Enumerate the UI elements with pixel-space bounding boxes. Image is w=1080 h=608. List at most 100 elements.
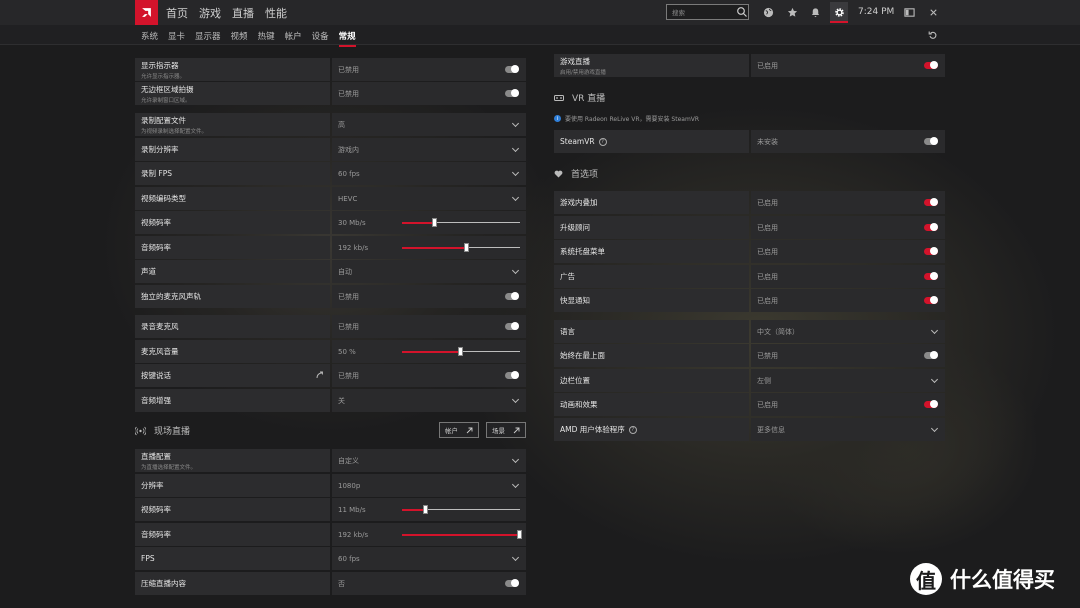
toggle-switch[interactable] <box>924 351 938 359</box>
tab-display[interactable]: 显示器 <box>195 30 221 42</box>
top-bar: 首页 游戏 直播 性能 搜索 7:24 PM <box>0 0 1080 25</box>
globe-icon[interactable] <box>761 5 775 19</box>
watermark-logo: 值 <box>910 563 942 595</box>
setting-row-push-to-talk: 按键说话 已禁用 <box>135 364 526 387</box>
chevron-down-icon[interactable] <box>511 480 520 489</box>
setting-value: 192 kb/s <box>338 243 369 252</box>
setting-value: 已禁用 <box>338 65 359 74</box>
setting-title: 分辨率 <box>141 481 164 490</box>
nav-performance[interactable]: 性能 <box>265 5 287 21</box>
chevron-down-icon[interactable] <box>511 553 520 562</box>
setting-row-stream-resolution[interactable]: 分辨率 1080p <box>135 474 526 497</box>
nav-games[interactable]: 游戏 <box>199 5 221 21</box>
chevron-down-icon[interactable] <box>511 144 520 153</box>
gear-icon[interactable] <box>832 5 846 19</box>
toggle-switch[interactable] <box>505 292 519 300</box>
toggle-switch[interactable] <box>505 65 519 73</box>
setting-title: 快显通知 <box>560 296 590 305</box>
close-icon[interactable] <box>926 5 940 19</box>
setting-value: 否 <box>338 579 345 588</box>
tab-graphics[interactable]: 显卡 <box>168 30 185 42</box>
setting-row-audio-boost[interactable]: 音频增强 关 <box>135 389 526 412</box>
chevron-down-icon[interactable] <box>511 168 520 177</box>
clock: 7:24 PM <box>858 7 895 17</box>
button-label: 帐户 <box>445 427 458 435</box>
setting-row-animations: 动画和效果 已启用 <box>554 393 945 416</box>
setting-row-sidebar-position[interactable]: 边栏位置 左侧 <box>554 369 945 392</box>
reset-icon[interactable] <box>928 30 938 42</box>
chevron-down-icon[interactable] <box>511 119 520 128</box>
tab-video[interactable]: 视频 <box>231 30 248 42</box>
setting-row-user-experience-program[interactable]: AMD 用户体验程序? 更多信息 <box>554 418 945 441</box>
setting-title: 声道 <box>141 267 156 276</box>
chevron-down-icon[interactable] <box>511 193 520 202</box>
search-input[interactable]: 搜索 <box>666 4 749 20</box>
chevron-down-icon[interactable] <box>930 424 939 433</box>
broadcast-icon <box>135 426 146 435</box>
toggle-switch[interactable] <box>924 247 938 255</box>
setting-row-video-codec[interactable]: 视频编码类型 HEVC <box>135 187 526 210</box>
tab-system[interactable]: 系统 <box>141 30 158 42</box>
setting-row-recording-profile[interactable]: 录制配置文件 为视频录制选择配置文件。 高 <box>135 113 526 136</box>
toggle-switch[interactable] <box>924 400 938 408</box>
setting-row-stream-profile[interactable]: 直播配置 为直播选择配置文件。 自定义 <box>135 449 526 472</box>
star-icon[interactable] <box>785 5 799 19</box>
setting-value: 已禁用 <box>338 89 359 98</box>
setting-title: 始终在最上面 <box>560 351 605 360</box>
setting-row-recording-fps[interactable]: 录制 FPS 60 fps <box>135 162 526 185</box>
external-link-icon <box>466 427 473 433</box>
setting-value: 60 fps <box>338 169 360 178</box>
toggle-switch[interactable] <box>924 198 938 206</box>
setting-row-language[interactable]: 语言 中文（简体） <box>554 320 945 343</box>
toggle-switch[interactable] <box>924 137 938 145</box>
chevron-down-icon[interactable] <box>511 455 520 464</box>
toggle-switch[interactable] <box>505 371 519 379</box>
account-button[interactable]: 帐户 <box>439 422 479 438</box>
chevron-down-icon[interactable] <box>930 375 939 384</box>
toggle-switch[interactable] <box>505 89 519 97</box>
chevron-down-icon[interactable] <box>511 266 520 275</box>
setting-row-borderless-capture: 无边框区域拍摄 允许录制窗口区域。 已禁用 <box>135 82 526 105</box>
slider[interactable] <box>402 530 522 539</box>
slider[interactable] <box>402 347 520 356</box>
amd-logo-icon[interactable] <box>135 0 158 25</box>
setting-row-recording-resolution[interactable]: 录制分辨率 游戏内 <box>135 138 526 161</box>
setting-value: 关 <box>338 396 345 405</box>
setting-title: 音频码率 <box>141 530 171 539</box>
nav-streaming[interactable]: 直播 <box>232 5 254 21</box>
chevron-down-icon[interactable] <box>511 395 520 404</box>
setting-row-audio-channel[interactable]: 声道 自动 <box>135 260 526 283</box>
toggle-switch[interactable] <box>924 61 938 69</box>
tab-devices[interactable]: 设备 <box>312 30 329 42</box>
toggle-switch[interactable] <box>924 272 938 280</box>
setting-row-toast-notifications: 快显通知 已启用 <box>554 289 945 312</box>
toggle-switch[interactable] <box>505 322 519 330</box>
slider[interactable] <box>402 218 520 227</box>
toggle-switch[interactable] <box>505 579 519 587</box>
preferences-heading: 首选项 <box>554 167 598 180</box>
heart-icon <box>554 170 563 177</box>
toggle-switch[interactable] <box>924 296 938 304</box>
chevron-down-icon[interactable] <box>930 326 939 335</box>
button-label: 场景 <box>492 427 505 435</box>
setting-value: 已启用 <box>757 61 778 70</box>
open-link-icon[interactable] <box>316 371 324 379</box>
help-icon[interactable]: ? <box>598 137 607 146</box>
toggle-switch[interactable] <box>924 223 938 231</box>
setting-value: 1080p <box>338 481 361 490</box>
scene-button[interactable]: 场景 <box>486 422 526 438</box>
nav-home[interactable]: 首页 <box>166 5 188 21</box>
setting-subtitle: 允许显示指示器。 <box>141 73 186 80</box>
setting-row-compress-stream: 压缩直播内容 否 <box>135 572 526 595</box>
tab-general[interactable]: 常规 <box>338 30 356 47</box>
setting-row-stream-fps[interactable]: FPS 60 fps <box>135 547 526 570</box>
info-text: 要使用 Radeon ReLive VR，需要安装 SteamVR <box>565 116 700 123</box>
setting-value: 高 <box>338 120 345 129</box>
slider[interactable] <box>402 243 520 252</box>
sidebar-toggle-icon[interactable] <box>902 5 916 19</box>
tab-hotkeys[interactable]: 热键 <box>258 30 275 42</box>
slider[interactable] <box>402 505 520 514</box>
help-icon[interactable]: ? <box>628 425 637 434</box>
tab-account[interactable]: 帐户 <box>285 30 302 42</box>
bell-icon[interactable] <box>808 5 822 19</box>
